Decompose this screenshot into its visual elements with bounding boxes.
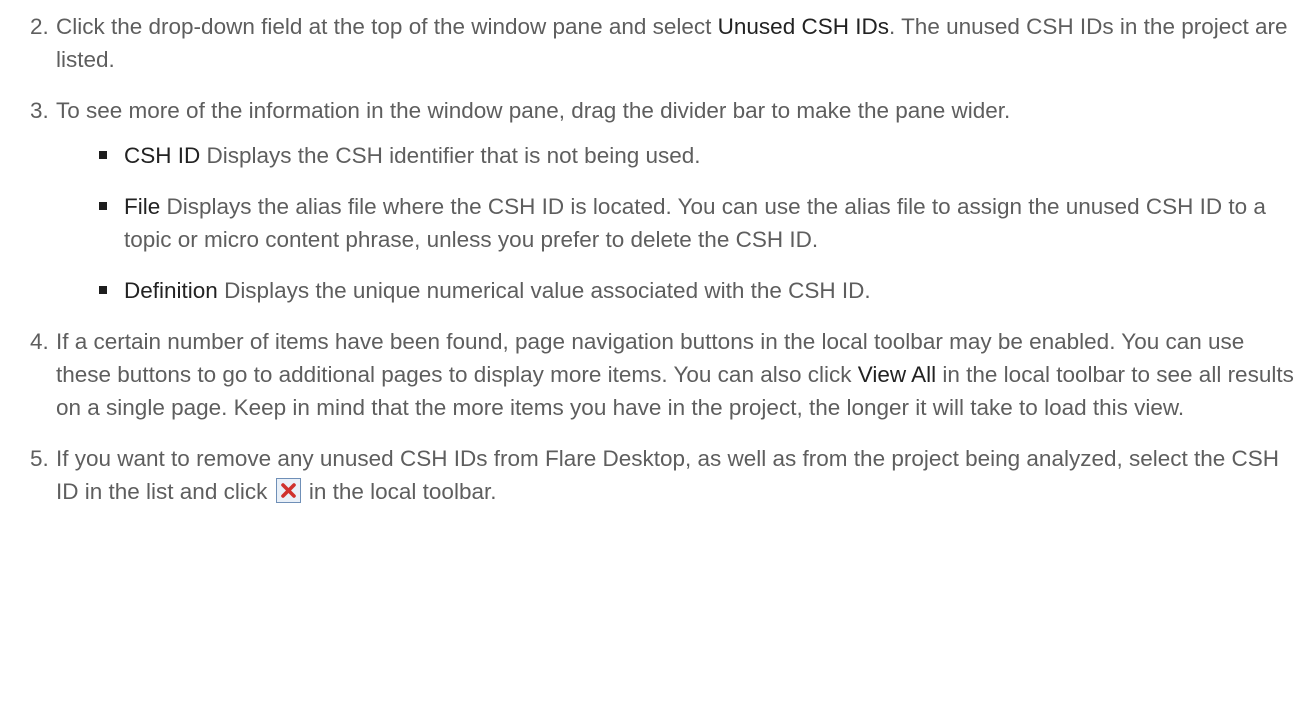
step-number: 5. — [30, 446, 49, 471]
step-text: in the local toolbar. — [302, 479, 497, 504]
delete-x-icon — [275, 478, 301, 503]
term-csh-id: CSH ID — [124, 143, 201, 168]
bullet-file: File Displays the alias file where the C… — [56, 190, 1299, 256]
term-file: File — [124, 194, 161, 219]
bullet-csh-id: CSH ID Displays the CSH identifier that … — [56, 139, 1299, 172]
ui-term-view-all: View All — [857, 362, 937, 387]
bullet-text: Displays the unique numerical value asso… — [217, 278, 871, 303]
step-number: 2. — [30, 14, 49, 39]
bullet-text: Displays the alias file where the CSH ID… — [124, 194, 1266, 252]
document-page: 2. Click the drop-down field at the top … — [0, 10, 1299, 723]
step-number: 3. — [30, 98, 49, 123]
step-text: If you want to remove any unused CSH IDs… — [56, 446, 1280, 504]
step-4: 4. If a certain number of items have bee… — [0, 325, 1299, 424]
term-definition: Definition — [124, 278, 218, 303]
step-text: Click the drop-down field at the top of … — [56, 14, 718, 39]
step-5: 5. If you want to remove any unused CSH … — [0, 442, 1299, 508]
step-text: To see more of the information in the wi… — [56, 98, 1011, 123]
steps-list: 2. Click the drop-down field at the top … — [0, 10, 1299, 508]
column-descriptions-list: CSH ID Displays the CSH identifier that … — [56, 139, 1299, 307]
step-number: 4. — [30, 329, 49, 354]
ui-term-unused-csh-ids: Unused CSH IDs — [717, 14, 889, 39]
bullet-definition: Definition Displays the unique numerical… — [56, 274, 1299, 307]
step-3: 3. To see more of the information in the… — [0, 94, 1299, 307]
bullet-text: Displays the CSH identifier that is not … — [200, 143, 701, 168]
step-2: 2. Click the drop-down field at the top … — [0, 10, 1299, 76]
